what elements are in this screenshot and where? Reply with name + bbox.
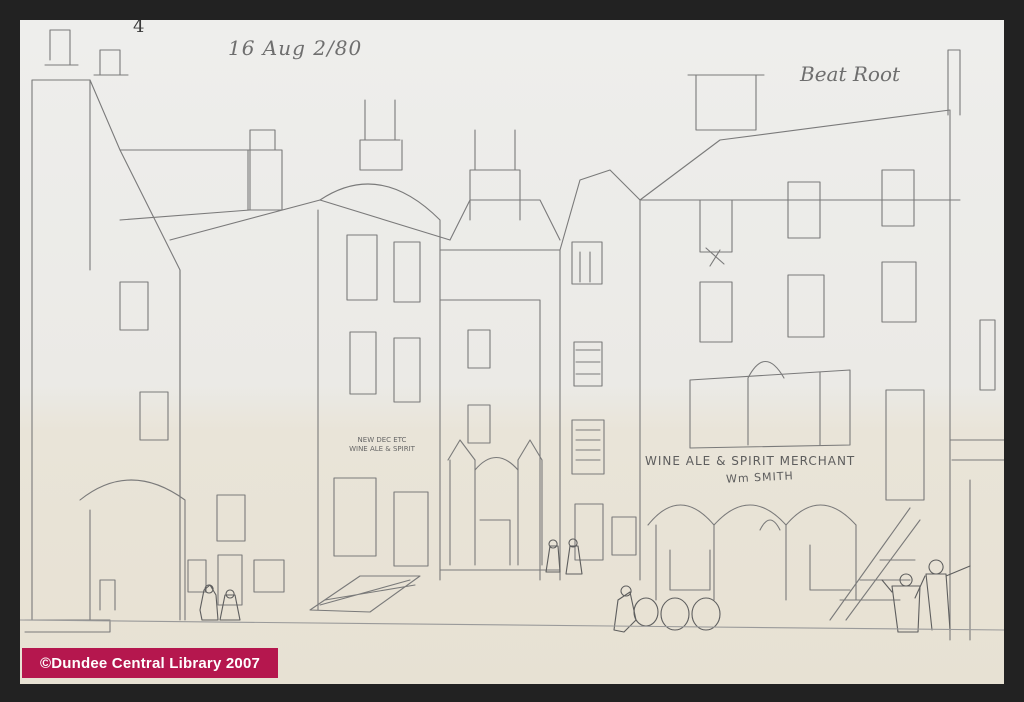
date-annotation: 16 Aug 2/80 xyxy=(228,36,363,60)
shop-sign: NEW DEC ETC WINE ALE & SPIRIT xyxy=(332,436,432,454)
sketch-paper: 4 16 Aug 2/80 Beat Root NEW DEC ETC WINE… xyxy=(20,20,1004,684)
sheet-number-annotation: 4 xyxy=(133,20,145,37)
shop-sign-line-2: WINE ALE & SPIRIT xyxy=(349,445,415,453)
street-sketch-drawing xyxy=(20,20,1004,684)
merchant-sign: WINE ALE & SPIRIT MERCHANT xyxy=(645,454,856,468)
roof-note-annotation: Beat Root xyxy=(800,62,901,86)
shop-sign-line-1: NEW DEC ETC xyxy=(357,436,407,444)
copyright-credit-badge: ©Dundee Central Library 2007 xyxy=(22,648,278,678)
